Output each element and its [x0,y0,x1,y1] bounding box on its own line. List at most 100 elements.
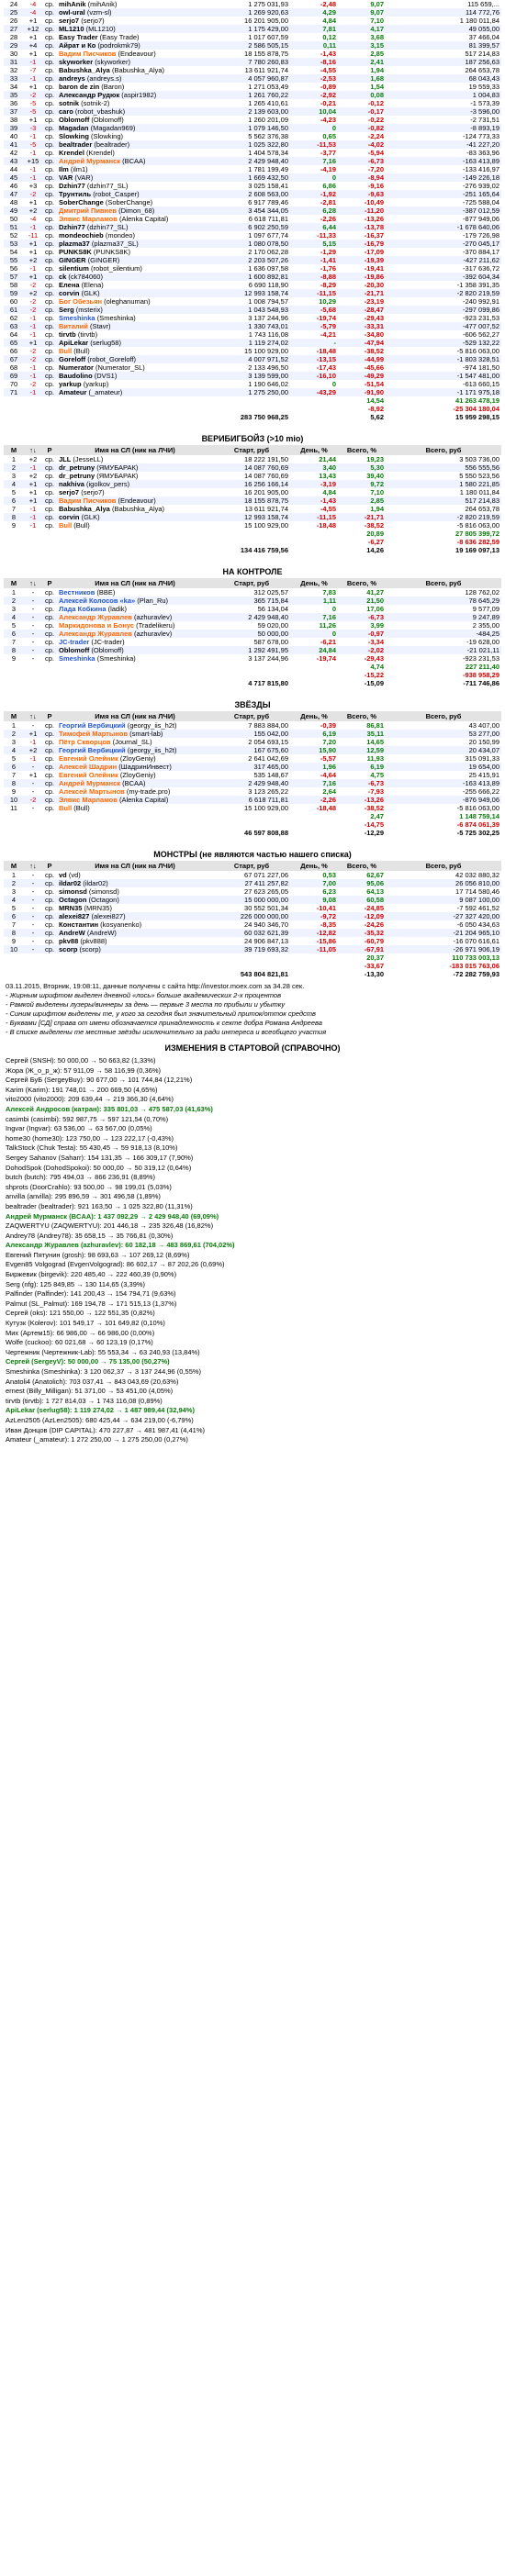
participant-name[interactable]: Дмитрий Пивнев [59,206,117,215]
participant-name[interactable]: SoberChange [59,198,104,206]
main-name[interactable]: ck (ck784060) [57,273,213,281]
column-header[interactable]: Всего, руб [386,861,501,871]
control-name[interactable]: JC-trader (JC-trader) [57,638,213,646]
main-name[interactable]: sotnik (sotnik-2) [57,99,213,107]
column-header[interactable]: Имя на СЛ (ник на ЛЧИ) [57,445,213,455]
participant-name[interactable]: Константин [59,920,98,929]
stars-name[interactable]: Евгений Олейник (ZloyGeniy) [57,754,213,763]
main-name[interactable]: Виталий (Stavr) [57,322,213,330]
column-header[interactable]: Всего, руб [386,445,501,455]
column-header[interactable]: ↑↓ [24,578,42,588]
main-name[interactable]: Александр Рудюк (aspir1982) [57,91,213,99]
control-name[interactable]: Smeshinka (Smeshinka) [57,654,213,663]
column-header[interactable]: P [42,861,57,871]
main-name[interactable]: PUNKS8K (PUNKS8K) [57,248,213,256]
participant-name[interactable]: JLL [59,455,71,463]
main-name[interactable]: Amateur (_amateur) [57,388,213,396]
main-name[interactable]: ApiLekar (serlug58) [57,339,213,347]
main-name[interactable]: caro (robot_vbashuk) [57,107,213,116]
main-name[interactable]: Magadan (Magadan969) [57,124,213,132]
participant-name[interactable]: Smeshinka [59,654,95,663]
stars-name[interactable]: Пётр Скворцов (Journal_SL) [57,738,213,746]
monsters-name[interactable]: simonsd (simonsd) [57,887,213,896]
monsters-name[interactable]: vd (vd) [57,871,213,879]
participant-name[interactable]: baron de zin [59,83,99,91]
control-name[interactable]: Александр Журавлев (azhuravlev) [57,613,213,621]
participant-name[interactable]: alexei827 [59,912,89,920]
control-name[interactable]: Лада Кобкина (ladik) [57,605,213,613]
stars-name[interactable]: Евгений Олейник (ZloyGeniy) [57,771,213,779]
column-header[interactable]: P [42,445,57,455]
control-name[interactable]: Маркидонова и Бонус (Tradelikeru) [57,621,213,630]
participant-name[interactable]: Александр Рудюк [59,91,119,99]
participant-name[interactable]: PUNKS8K [59,248,92,256]
main-name[interactable]: andreys (andreys.s) [57,74,213,83]
participant-name[interactable]: Вадим Писчиков [59,50,116,58]
monsters-name[interactable]: alexei827 (alexei827) [57,912,213,920]
participant-name[interactable]: Bull [59,347,72,355]
main-name[interactable]: Айрат и Ко (podrokmk79) [57,41,213,50]
main-name[interactable]: skyworker (skyworker) [57,58,213,66]
participant-name[interactable]: Александр Журавлев [59,613,132,621]
participant-name[interactable]: silentium [59,264,89,273]
column-header[interactable]: Старт, руб [213,445,290,455]
main-name[interactable]: Slowking (Slowking) [57,132,213,140]
participant-name[interactable]: caro [59,107,73,116]
column-header[interactable]: ↑↓ [24,711,42,721]
participant-name[interactable]: Андрей Мурманск [59,157,120,165]
control-name[interactable]: Александр Журавлев (azhuravlev) [57,630,213,638]
column-header[interactable]: Всего, руб [386,578,501,588]
column-header[interactable]: День, % [290,445,338,455]
participant-name[interactable]: Евгений Олейник [59,754,118,763]
main-name[interactable]: Дмитрий Пивнев (Dimon_68) [57,206,213,215]
column-header[interactable]: P [42,711,57,721]
participant-name[interactable]: skyworker [59,58,93,66]
main-name[interactable]: Babushka_Alya (Babushka_Alya) [57,66,213,74]
participant-name[interactable]: Dzhin77 [59,223,85,231]
participant-name[interactable]: ildar02 [59,879,81,887]
participant-name[interactable]: Георгий Вербицкий [59,721,126,730]
main-name[interactable]: SoberChange (SoberChange) [57,198,213,206]
monsters-name[interactable]: MRN35 (MRN35) [57,904,213,912]
main-name[interactable]: bealtrader (bealtrader) [57,140,213,149]
main-name[interactable]: Елена (Elena) [57,281,213,289]
main-name[interactable]: Numerator (Numerator_SL) [57,363,213,372]
participant-name[interactable]: serjo7 [59,17,79,25]
participant-name[interactable]: Bull [59,521,72,530]
main-name[interactable]: tirvtb (tirvtb) [57,330,213,339]
main-name[interactable]: corvin (GLK) [57,289,213,297]
main-name[interactable]: GINGER (GINGER) [57,256,213,264]
participant-name[interactable]: simonsd [59,887,87,896]
participant-name[interactable]: Алексей Колосов «ka» [59,597,135,605]
main-name[interactable]: serjo7 (serjo7) [57,17,213,25]
monsters-name[interactable]: Константин (kosyanenko) [57,920,213,929]
main-name[interactable]: Элвис Марламов (Alenka Capital) [57,215,213,223]
main-name[interactable]: Ilm (ilm1) [57,165,213,173]
participant-name[interactable]: Александр Журавлев [59,630,132,638]
main-name[interactable]: Serg (msterix) [57,306,213,314]
participant-name[interactable]: Slowking [59,132,89,140]
participant-name[interactable]: Babushka_Alya [59,505,110,513]
participant-name[interactable]: sotnik [59,99,79,107]
participant-name[interactable]: Алексей Шадрин [59,763,117,771]
main-name[interactable]: Smeshinka (Smeshinka) [57,314,213,322]
monsters-name[interactable]: scorp (scorp) [57,945,213,953]
participant-name[interactable]: Dzhin77 [59,182,85,190]
main-name[interactable]: mihAnik (mihAnik) [57,0,213,8]
participant-name[interactable]: Вадим Писчиков [59,496,116,505]
column-header[interactable]: M [4,578,24,588]
participant-name[interactable]: Octagon [59,896,86,904]
monsters-name[interactable]: Octagon (Octagon) [57,896,213,904]
participant-name[interactable]: dr_petruny [59,472,95,480]
control-name[interactable]: Алексей Колосов «ka» (Plan_Ru) [57,597,213,605]
main-name[interactable]: silentium (robot_silentium) [57,264,213,273]
participant-name[interactable]: mihAnik [59,0,86,8]
stars-name[interactable]: Элвис Марламов (Alenka Capital) [57,796,213,804]
stars-name[interactable]: Тимофей Мартынов (smart-lab) [57,730,213,738]
stars-name[interactable]: Георгий Вербицкий (georgy_iis_h2t) [57,746,213,754]
main-name[interactable]: plazma37 (plazma37_SL) [57,240,213,248]
veteran-name[interactable]: nakhiva (igolkov_pers) [57,480,213,488]
veteran-name[interactable]: serjo7 (serjo7) [57,488,213,496]
column-header[interactable]: День, % [290,711,338,721]
participant-name[interactable]: Вестников [59,588,95,597]
